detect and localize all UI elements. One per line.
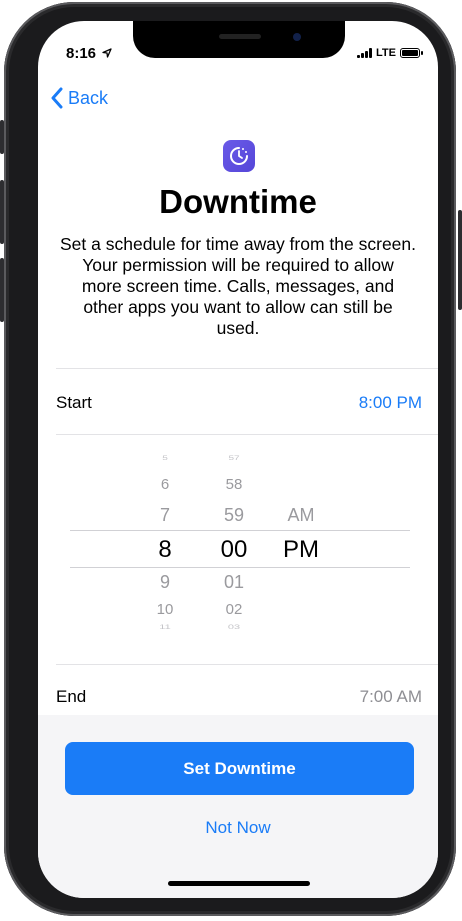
- picker-selection-top: [70, 530, 410, 531]
- picker-hour[interactable]: 10: [146, 601, 184, 618]
- page-description: Set a schedule for time away from the sc…: [60, 234, 416, 338]
- clock-label: 8:16: [66, 45, 97, 62]
- picker-hour[interactable]: 5: [150, 455, 180, 462]
- back-label: Back: [68, 87, 109, 108]
- not-now-button[interactable]: Not Now: [38, 818, 438, 838]
- time-picker[interactable]: 5 6 7 8 9 10 11 57 58 59 00 01 02 03 AM …: [38, 441, 438, 661]
- notch: [133, 21, 345, 58]
- picker-hour[interactable]: 7: [150, 505, 180, 526]
- picker-minute-selected[interactable]: 00: [210, 536, 258, 564]
- downtime-app-icon: [223, 140, 255, 172]
- picker-selection-bottom: [70, 567, 410, 568]
- network-label: LTE: [376, 47, 396, 59]
- location-arrow-icon: [102, 48, 112, 58]
- status-time: 8:16: [66, 45, 112, 62]
- chevron-left-icon: [51, 87, 63, 109]
- picker-minute[interactable]: 03: [216, 623, 252, 630]
- picker-minute[interactable]: 59: [216, 505, 252, 526]
- signal-icon: [357, 48, 373, 58]
- mute-switch: [0, 120, 4, 154]
- end-label: End: [56, 687, 87, 706]
- start-time-value[interactable]: 8:00 PM: [359, 393, 422, 413]
- volume-down-button: [0, 258, 4, 322]
- picker-minute[interactable]: 02: [216, 601, 252, 618]
- home-indicator[interactable]: [168, 881, 310, 886]
- volume-up-button: [0, 180, 4, 244]
- divider: [56, 368, 438, 369]
- end-time-value[interactable]: 7:00 AM: [360, 687, 422, 707]
- divider: [56, 664, 438, 665]
- screen: 8:16 LTE Back Downtime Set a schedule fo…: [38, 21, 438, 898]
- power-button: [458, 210, 462, 310]
- picker-minute[interactable]: 58: [216, 476, 252, 493]
- divider: [56, 434, 438, 435]
- page-title: Downtime: [159, 183, 317, 220]
- front-camera: [293, 33, 301, 41]
- picker-hour[interactable]: 9: [150, 572, 180, 593]
- set-downtime-button[interactable]: Set Downtime: [65, 742, 414, 795]
- picker-period[interactable]: AM: [278, 505, 324, 526]
- back-button[interactable]: Back: [50, 87, 108, 109]
- status-indicators: LTE: [357, 47, 423, 59]
- picker-minute[interactable]: 57: [216, 455, 252, 462]
- picker-minute[interactable]: 01: [216, 572, 252, 593]
- battery-icon: [400, 48, 423, 58]
- picker-hour[interactable]: 11: [146, 623, 184, 630]
- speaker: [219, 34, 261, 39]
- downtime-clock-icon: [230, 147, 248, 165]
- picker-period-selected[interactable]: PM: [276, 536, 326, 564]
- start-label: Start: [56, 393, 92, 412]
- picker-hour-selected[interactable]: 8: [146, 536, 184, 564]
- picker-hour[interactable]: 6: [150, 476, 180, 493]
